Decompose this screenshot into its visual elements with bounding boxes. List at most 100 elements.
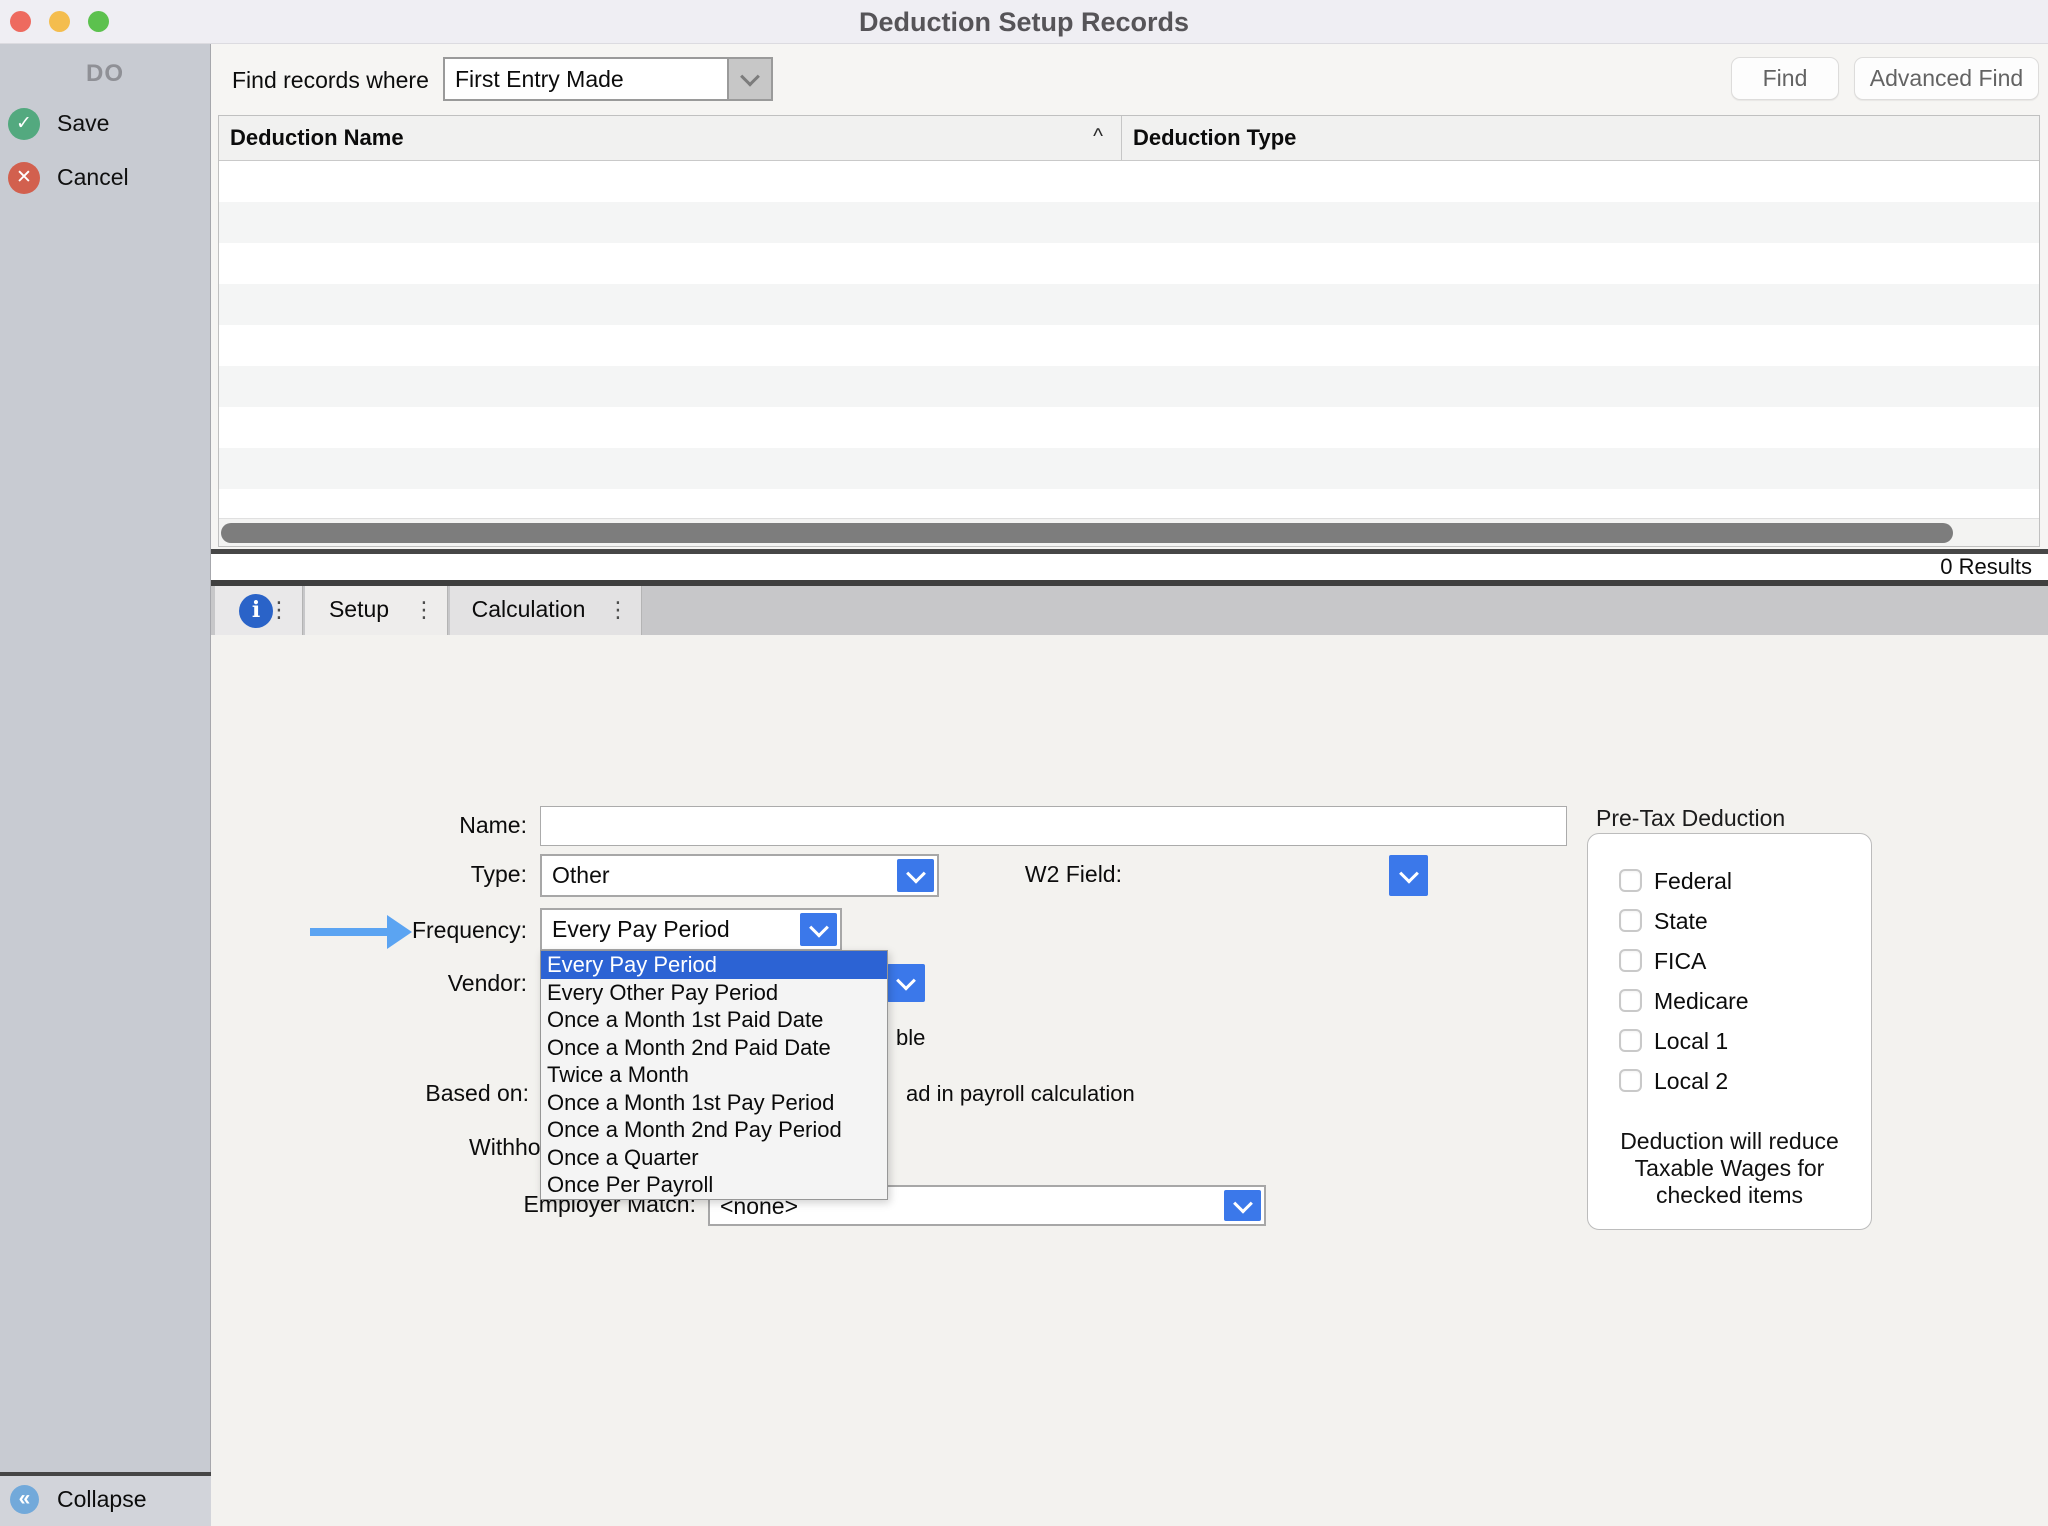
pretax-row: Local 1: [1588, 1028, 1871, 1054]
name-label: Name:: [381, 812, 527, 839]
pretax-row: Federal: [1588, 868, 1871, 894]
frequency-option[interactable]: Once Per Payroll: [541, 1171, 887, 1199]
type-select[interactable]: Other: [540, 854, 939, 897]
chevron-down-icon: [740, 67, 760, 87]
name-input[interactable]: [540, 806, 1567, 846]
results-table: Deduction Name ^ Deduction Type: [218, 115, 2040, 547]
scrollbar-thumb[interactable]: [221, 523, 1953, 543]
frequency-value: Every Pay Period: [552, 916, 730, 943]
checkbox[interactable]: [1619, 1069, 1642, 1092]
w2-field-label: W2 Field:: [971, 861, 1122, 888]
checkbox-label: FICA: [1654, 948, 1706, 975]
tab-label: Setup: [305, 596, 413, 623]
pretax-row: Local 2: [1588, 1068, 1871, 1094]
frequency-menu: Every Pay Period Every Other Pay Period …: [540, 950, 888, 1200]
frequency-option[interactable]: Once a Month 2nd Pay Period: [541, 1116, 887, 1144]
checkbox[interactable]: [1619, 989, 1642, 1012]
frequency-option[interactable]: Every Other Pay Period: [541, 979, 887, 1007]
table-row[interactable]: [219, 243, 2039, 284]
frequency-select[interactable]: Every Pay Period: [540, 908, 842, 951]
save-button[interactable]: ✓ Save: [0, 106, 210, 144]
kebab-menu-icon[interactable]: ⋮: [413, 597, 435, 623]
chevron-down-icon: [906, 863, 926, 883]
pretax-note: Deduction will reduce Taxable Wages for …: [1588, 1128, 1871, 1209]
pretax-deduction-panel: Federal State FICA Medicare: [1587, 833, 1872, 1230]
frequency-option[interactable]: Once a Quarter: [541, 1144, 887, 1172]
table-row[interactable]: [219, 366, 2039, 407]
frequency-option[interactable]: Once a Month 1st Pay Period: [541, 1089, 887, 1117]
horizontal-scrollbar[interactable]: [219, 518, 2039, 546]
chevron-down-icon: [809, 917, 829, 937]
frequency-option[interactable]: Once a Month 1st Paid Date: [541, 1006, 887, 1034]
table-row[interactable]: [219, 325, 2039, 366]
advanced-find-button[interactable]: Advanced Find: [1854, 57, 2039, 100]
tab-info[interactable]: i ⋮: [215, 586, 303, 635]
checkbox[interactable]: [1619, 949, 1642, 972]
window-title: Deduction Setup Records: [0, 7, 2048, 38]
checkbox[interactable]: [1619, 909, 1642, 932]
pretax-row: FICA: [1588, 948, 1871, 974]
table-body: [219, 161, 2039, 518]
chevron-down-icon: [1399, 863, 1419, 883]
find-field-chevron-button[interactable]: [727, 59, 771, 99]
title-bar: Deduction Setup Records: [0, 0, 2048, 44]
checkbox[interactable]: [1619, 869, 1642, 892]
frequency-chevron-button[interactable]: [800, 913, 837, 946]
vendor-chevron-button[interactable]: [887, 964, 925, 1002]
pretax-note-line: checked items: [1588, 1182, 1871, 1209]
pretax-note-line: Taxable Wages for: [1588, 1155, 1871, 1182]
chevron-down-icon: [896, 971, 916, 991]
chevron-down-icon: [1233, 1193, 1253, 1213]
annotation-arrow: [310, 928, 387, 936]
table-row[interactable]: [219, 202, 2039, 243]
type-chevron-button[interactable]: [897, 859, 934, 892]
based-on-label: Based on:: [381, 1080, 529, 1107]
column-header-label: Deduction Type: [1133, 125, 1296, 150]
w2-field-chevron-button[interactable]: [1389, 855, 1428, 896]
find-field-select[interactable]: First Entry Made: [443, 57, 773, 101]
pretax-deduction-title: Pre-Tax Deduction: [1596, 805, 1785, 832]
tab-label: Calculation: [450, 596, 607, 623]
employer-match-chevron-button[interactable]: [1224, 1190, 1261, 1221]
collapse-label: Collapse: [57, 1486, 147, 1513]
sidebar: DO ✓ Save ✕ Cancel « Collapse: [0, 44, 211, 1526]
table-row[interactable]: [219, 448, 2039, 489]
find-button[interactable]: Find: [1731, 57, 1839, 100]
frequency-option[interactable]: Every Pay Period: [541, 951, 887, 979]
collapse-button[interactable]: « Collapse: [0, 1476, 211, 1526]
table-row[interactable]: [219, 161, 2039, 202]
type-value: Other: [552, 862, 610, 889]
table-row[interactable]: [219, 284, 2039, 325]
kebab-menu-icon[interactable]: ⋮: [607, 597, 629, 623]
sort-ascending-icon[interactable]: ^: [1093, 125, 1103, 149]
table-row[interactable]: [219, 489, 2039, 518]
checkbox-label: Local 2: [1654, 1068, 1728, 1095]
obscured-payroll-text: ad in payroll calculation: [906, 1081, 1135, 1107]
pretax-row: Medicare: [1588, 988, 1871, 1014]
column-header-deduction-name[interactable]: Deduction Name ^: [219, 116, 1122, 160]
kebab-menu-icon[interactable]: ⋮: [268, 597, 290, 623]
checkbox-label: Medicare: [1654, 988, 1749, 1015]
frequency-option[interactable]: Twice a Month: [541, 1061, 887, 1089]
frequency-option[interactable]: Once a Month 2nd Paid Date: [541, 1034, 887, 1062]
checkbox[interactable]: [1619, 1029, 1642, 1052]
collapse-chevrons-icon: «: [10, 1485, 39, 1514]
find-field-value: First Entry Made: [455, 66, 624, 93]
cancel-button[interactable]: ✕ Cancel: [0, 160, 210, 198]
column-header-deduction-type[interactable]: Deduction Type: [1122, 116, 2039, 160]
tab-calculation[interactable]: Calculation ⋮: [450, 586, 642, 635]
sidebar-header: DO: [0, 60, 210, 88]
detail-tab-bar: i ⋮ Setup ⋮ Calculation ⋮: [211, 586, 2048, 635]
x-circle-icon: ✕: [8, 162, 40, 194]
tab-setup[interactable]: Setup ⋮: [305, 586, 448, 635]
column-header-label: Deduction Name: [230, 125, 404, 150]
checkbox-label: Local 1: [1654, 1028, 1728, 1055]
type-label: Type:: [381, 861, 527, 888]
obscured-withholding-label: Withho: [469, 1134, 549, 1161]
results-strip: 0 Results: [211, 554, 2048, 580]
save-button-label: Save: [57, 110, 109, 137]
obscured-taxable-text: ble: [896, 1025, 925, 1051]
pretax-checkbox-list: Federal State FICA Medicare: [1588, 868, 1871, 1108]
vendor-label: Vendor:: [381, 970, 527, 997]
table-row[interactable]: [219, 407, 2039, 448]
